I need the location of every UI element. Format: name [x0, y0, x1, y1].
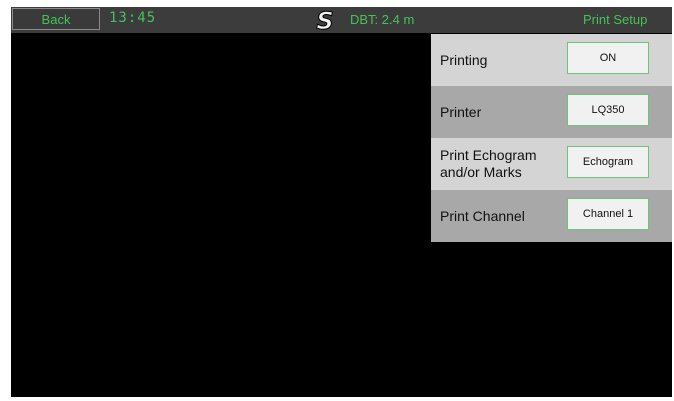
setting-label: Print Channel	[440, 207, 525, 224]
depth-readout: DBT: 2.4 m	[350, 12, 415, 27]
s-logo-icon: S	[310, 8, 340, 32]
setting-row-printing: Printing ON	[431, 34, 672, 86]
setting-row-print-channel: Print Channel Channel 1	[431, 190, 672, 242]
print-channel-select-button[interactable]: Channel 1	[567, 198, 649, 230]
clock: 13:45	[109, 10, 157, 26]
setting-label: Printer	[440, 103, 482, 120]
svg-text:S: S	[316, 8, 333, 32]
top-bar: Back 13:45 S DBT: 2.4 m Print Setup	[11, 7, 672, 33]
printer-select-button[interactable]: LQ350	[567, 94, 649, 126]
back-button[interactable]: Back	[12, 8, 100, 30]
settings-panel: Printing ON Printer LQ350 Print Echogram…	[431, 34, 672, 242]
app-screen: Back 13:45 S DBT: 2.4 m Print Setup Prin…	[11, 7, 672, 397]
printing-toggle-button[interactable]: ON	[567, 42, 649, 74]
print-echogram-select-button[interactable]: Echogram	[567, 146, 649, 178]
setting-row-printer: Printer LQ350	[431, 86, 672, 138]
setting-label: Printing	[440, 51, 488, 68]
page-title: Print Setup	[583, 12, 648, 27]
setting-row-print-echogram: Print Echogram and/or Marks Echogram	[431, 138, 672, 190]
setting-label: Print Echogram and/or Marks	[440, 147, 537, 180]
